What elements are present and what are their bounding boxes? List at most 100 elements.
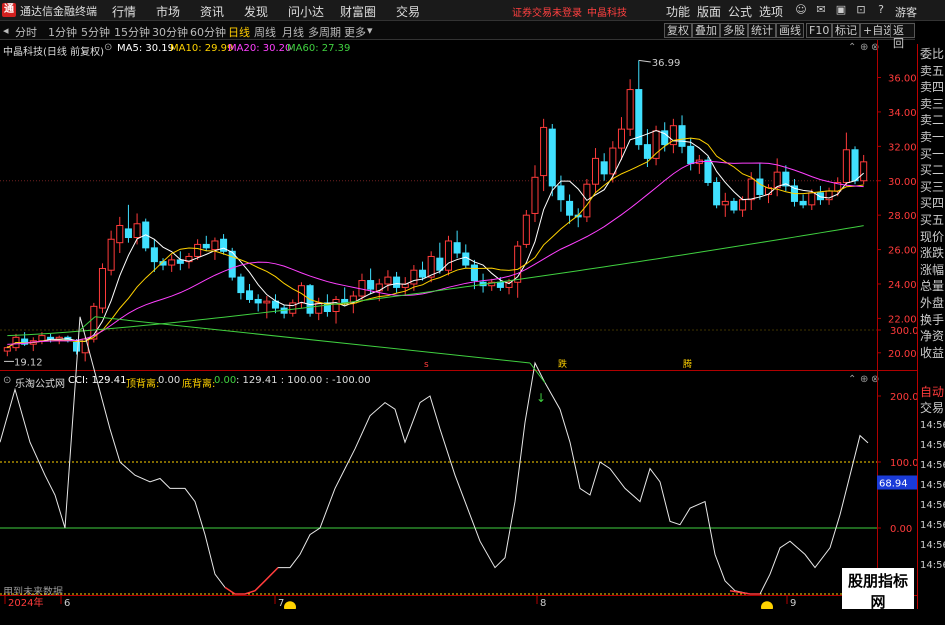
time-tick-label: 6 [64,598,70,609]
candle-body [808,192,816,206]
side-item[interactable]: 买一 [920,146,945,162]
candle-body [211,240,219,251]
candle-body [38,335,46,342]
candle-body [687,145,695,165]
price-tick-label: 26.00 [888,246,917,257]
candle-body [194,243,202,257]
candle-body [609,147,617,175]
oversold-segment [224,567,279,595]
side-bottom-item[interactable]: 交易 [920,400,945,416]
cci-tick-label: 100.0 [890,458,917,469]
candle-body [591,157,600,185]
side-item[interactable]: 总量 [920,278,945,294]
quote-side-panel: 委比 卖五 卖四 卖三 卖二 卖一 买一 买二 买三 买四 买五 现价 涨跌 涨幅 总量 外盘 换手 净资 收益自动… [917,44,945,609]
side-item[interactable]: 涨幅 [920,262,945,278]
signal-marker: 腾 [683,358,692,370]
candle-body [747,178,755,201]
side-time-item: 14:56 [920,540,945,551]
candle-body [107,238,115,271]
ma10-line [7,137,864,349]
price-tick-label: 34.00 [888,108,917,119]
side-item[interactable]: 卖五 [920,63,945,79]
candle-body [730,200,738,211]
time-tick-label: 8 [540,598,546,609]
candle-body [367,280,375,290]
side-item[interactable]: 现价 [920,229,945,245]
candle-body [133,223,141,239]
sell-arrow-icon: ↓ [536,391,546,405]
candle-body [704,159,712,183]
candle-body [393,276,401,288]
side-time-item: 14:56 [920,520,945,531]
candle-body [263,300,271,304]
side-item[interactable]: 卖三 [920,96,945,112]
chart-canvas[interactable]: ↓ 36.00 34.00 32.00 30.00 28.00 26.00 24.00 22.… [0,0,917,609]
price-tick-label: 24.00 [888,280,917,291]
candle-body [851,149,859,182]
side-item[interactable]: 收益 [920,345,945,361]
watermark-title: 股朋指标网 [847,572,908,611]
side-item[interactable]: 涨跌 [920,245,945,261]
signal-marker: s [424,360,429,370]
side-item[interactable]: 净资 [920,328,945,344]
candle-body [436,257,444,271]
side-item[interactable]: 外盘 [920,295,945,311]
low-price-label: 19.12 [14,357,43,368]
side-time-item: 14:56 [920,440,945,451]
high-price-marker [638,59,651,63]
side-time-item: 14:56 [920,480,945,491]
side-bottom-item[interactable]: 自动 [920,384,945,400]
time-tick-label: 7 [278,598,284,609]
ma20-line [7,160,864,345]
cci-current-value: 68.94 [879,478,908,489]
candle-body [860,161,868,182]
side-item[interactable]: 买三 [920,179,945,195]
candle-body [315,302,323,314]
side-item[interactable]: 买四 [920,195,945,211]
side-item[interactable]: 买二 [920,162,945,178]
watermark-logo: 股朋指标网 www.7gpzb.com [842,568,943,625]
candle-body [842,149,850,183]
high-price-label: 36.99 [652,58,681,69]
price-tick-label: 28.00 [888,211,917,222]
side-time-item: 14:56 [920,500,945,511]
candle-body [116,224,124,244]
candle-body [384,276,392,285]
oversold-segment [729,589,760,595]
candle-body [3,347,11,352]
side-item[interactable]: 委比 [920,46,945,62]
candle-body [721,200,729,206]
candle-body [566,200,574,216]
candle-body [816,192,824,201]
candle-body [98,267,107,309]
side-time-item: 14:56 [920,460,945,471]
candle-body [652,130,660,159]
candle-body [202,243,210,249]
candle-body [773,171,781,189]
price-tick-label: 22.00 [888,314,917,325]
candle-body [713,181,721,206]
price-tick-label: 20.00 [888,349,917,360]
candle-body [643,144,651,159]
candle-body [548,128,556,187]
side-item[interactable]: 卖一 [920,129,945,145]
candle-body [617,128,626,149]
side-item[interactable]: 换手 [920,312,945,328]
price-tick-label: 32.00 [888,142,917,153]
top-divergence-line [94,316,531,364]
candle-body [462,252,470,266]
candle-body [557,185,565,201]
candle-body [626,89,634,130]
watermark-url: www.7gpzb.com [842,612,944,625]
candle-body [444,240,453,271]
candle-body [72,341,81,352]
candle-body [739,199,747,211]
side-item[interactable]: 卖二 [920,112,945,128]
price-tick-label: 30.00 [888,177,917,188]
candle-body [332,298,340,313]
candle-body [540,126,548,177]
candle-body [756,178,764,196]
cci-line [0,316,869,595]
side-item[interactable]: 卖四 [920,79,945,95]
side-item[interactable]: 买五 [920,212,945,228]
